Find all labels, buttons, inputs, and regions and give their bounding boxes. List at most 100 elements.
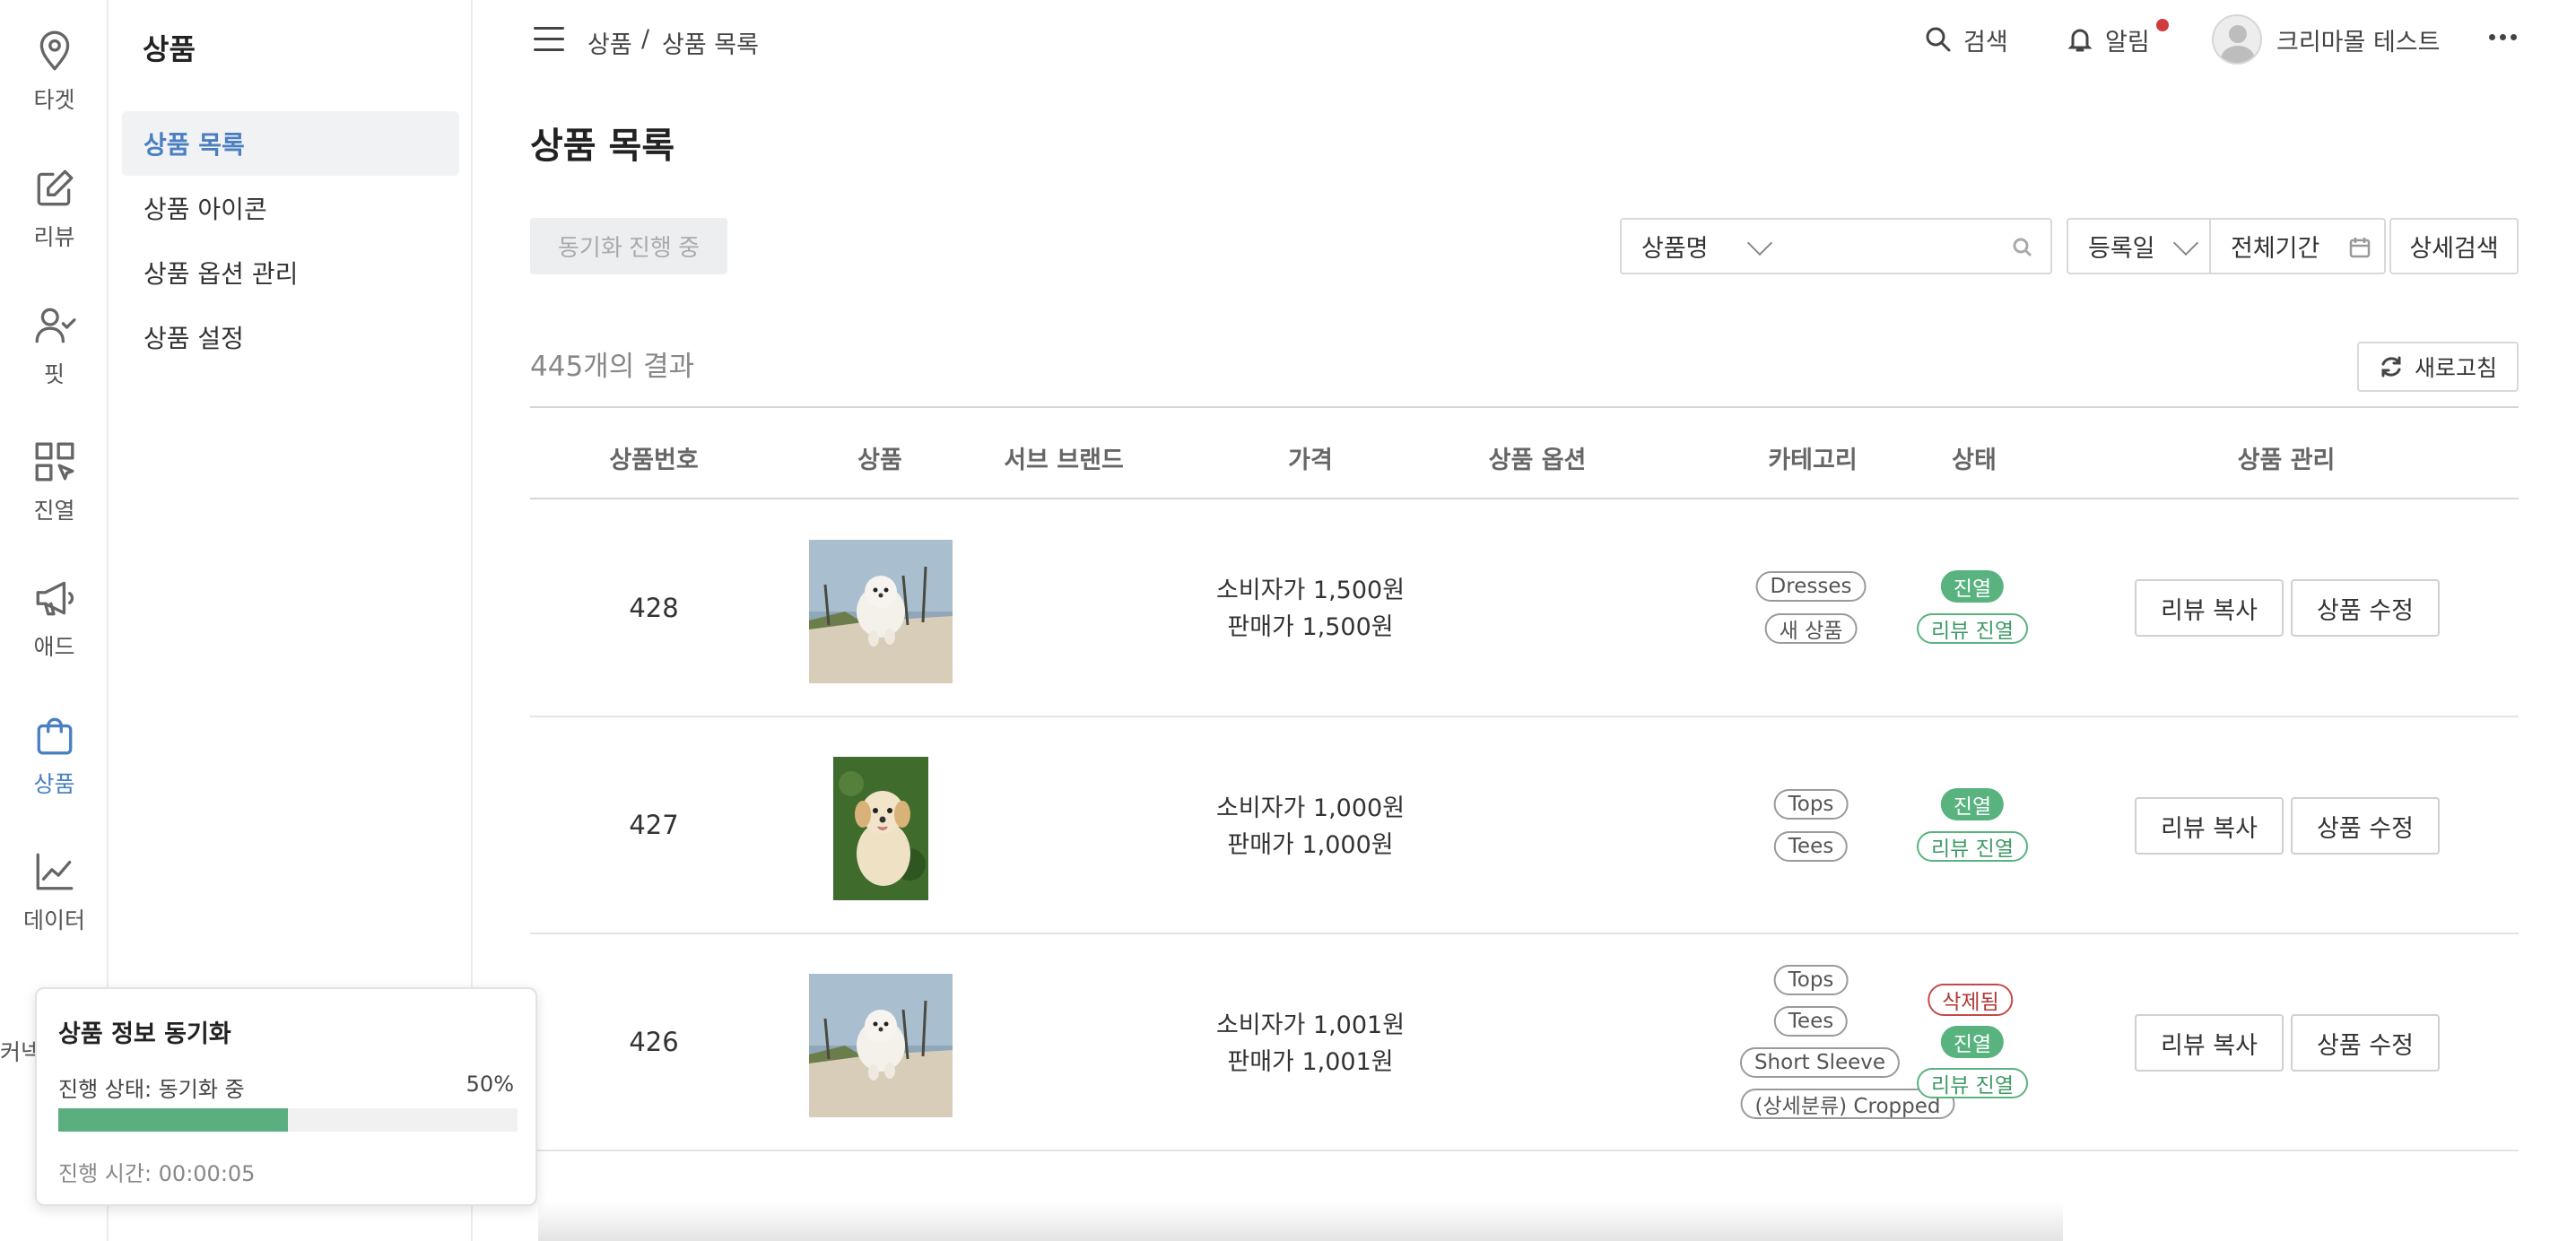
user-name[interactable]: 크리마몰 테스트 [2276, 20, 2440, 59]
product-thumbnail[interactable] [809, 974, 953, 1117]
rail-item-data[interactable]: 데이터 [0, 849, 109, 957]
rail-label: 핏 [43, 361, 65, 387]
sale-price: 판매가 1,000원 [1227, 831, 1394, 859]
product-thumbnail[interactable] [809, 540, 953, 683]
search-label: 검색 [1963, 28, 2008, 56]
rail-label: 진열 [33, 498, 75, 524]
sync-status-text: 진행 상태: 동기화 중 [58, 1077, 245, 1102]
rail-item-ad[interactable]: 애드 [0, 576, 109, 683]
rail-item-display[interactable]: 진열 [0, 439, 109, 547]
edit-product-button[interactable]: 상품 수정 [2291, 1014, 2440, 1072]
search-icon [2011, 236, 2034, 259]
filter-field-value: 상품명 [1641, 235, 1709, 263]
location-pin-icon [39, 30, 69, 71]
refresh-button[interactable]: 새로고침 [2357, 342, 2519, 392]
status-badge-displayed: 진열 [1940, 570, 2005, 603]
column-header-category: 카테고리 [1768, 447, 1858, 474]
search-button[interactable]: 검색 [1924, 20, 2008, 59]
sync-progress-popup: 상품 정보 동기화 진행 상태: 동기화 중 50% 진행 시간: 00:00:… [35, 987, 537, 1206]
category-chip: Tees [1773, 1006, 1849, 1037]
edit-icon [37, 169, 73, 206]
column-header-management: 상품 관리 [2237, 447, 2336, 474]
copy-review-button[interactable]: 리뷰 복사 [2135, 797, 2284, 855]
chevron-down-icon [2172, 230, 2199, 256]
date-range-picker[interactable]: 전체기간 [2209, 218, 2386, 274]
subnav-item-product-icon[interactable]: 상품 아이콘 [122, 176, 459, 240]
copy-review-button[interactable]: 리뷰 복사 [2135, 1014, 2284, 1072]
more-menu-icon[interactable] [2489, 34, 2517, 40]
sync-elapsed-time: 진행 시간: 00:00:05 [58, 1161, 256, 1186]
user-check-icon [35, 308, 76, 343]
search-input[interactable] [1783, 218, 2052, 274]
subnav-item-product-settings[interactable]: 상품 설정 [122, 305, 459, 369]
date-field-value: 등록일 [2088, 235, 2155, 263]
row-divider [530, 716, 2519, 717]
avatar[interactable] [2212, 14, 2262, 65]
rail-label: 상품 [33, 771, 75, 797]
subnav-title: 상품 [143, 32, 196, 66]
column-header-status: 상태 [1952, 447, 1997, 474]
column-header-product-id: 상품번호 [609, 447, 699, 474]
copy-review-button[interactable]: 리뷰 복사 [2135, 579, 2284, 637]
price-cell: 소비자가 1,000원 판매가 1,000원 [1216, 790, 1405, 863]
sale-price: 판매가 1,500원 [1227, 613, 1394, 641]
column-header-options: 상품 옵션 [1488, 447, 1587, 474]
product-thumbnail[interactable] [833, 757, 928, 900]
line-chart-icon [36, 853, 73, 890]
shopping-bag-icon [37, 717, 72, 755]
category-chip: Tops [1773, 789, 1849, 820]
status-badge-deleted: 삭제됨 [1928, 984, 2014, 1016]
notification-dot [2156, 19, 2169, 31]
bottom-scroll-shadow [538, 1202, 2063, 1241]
breadcrumb-separator: / [641, 25, 650, 53]
edit-product-button[interactable]: 상품 수정 [2291, 579, 2440, 637]
product-id: 427 [629, 810, 679, 840]
rail-label: 데이터 [22, 907, 85, 933]
megaphone-icon [36, 581, 74, 616]
rail-item-review[interactable]: 리뷰 [0, 166, 109, 273]
breadcrumb-root[interactable]: 상품 [587, 25, 632, 60]
chevron-down-icon [1746, 230, 1773, 256]
product-id: 428 [629, 593, 679, 623]
date-field-select[interactable]: 등록일 [2067, 218, 2211, 274]
advanced-search-button[interactable]: 상세검색 [2389, 218, 2519, 274]
status-badge-displayed: 진열 [1940, 1026, 2005, 1058]
rail-item-product[interactable]: 상품 [0, 713, 109, 820]
golden-puppy-photo-icon [833, 757, 928, 900]
pomeranian-photo-icon [809, 540, 953, 683]
date-range-value: 전체기간 [2231, 235, 2320, 263]
price-cell: 소비자가 1,500원 판매가 1,500원 [1216, 572, 1405, 646]
calendar-icon [2349, 238, 2371, 258]
status-badge-displayed: 진열 [1940, 788, 2005, 820]
status-badge-review-displayed: 리뷰 진열 [1917, 831, 2028, 862]
row-divider [530, 933, 2519, 934]
bell-icon [2067, 29, 2093, 52]
column-header-sub-brand: 서브 브랜드 [1004, 447, 1124, 474]
price-cell: 소비자가 1,001원 판매가 1,001원 [1216, 1007, 1405, 1080]
refresh-icon [2381, 356, 2401, 378]
refresh-label: 새로고침 [2414, 355, 2497, 381]
consumer-price: 소비자가 1,001원 [1215, 1011, 1405, 1039]
status-badge-review-displayed: 리뷰 진열 [1917, 1068, 2028, 1098]
table-top-border [530, 406, 2519, 408]
subnav-item-option-management[interactable]: 상품 옵션 관리 [122, 240, 459, 305]
rail-label: 리뷰 [33, 224, 75, 250]
consumer-price: 소비자가 1,500원 [1215, 577, 1405, 604]
sync-in-progress-button[interactable]: 동기화 진행 중 [530, 218, 727, 274]
filter-field-select[interactable]: 상품명 [1620, 218, 1785, 274]
category-chip: Dresses [1755, 571, 1867, 602]
category-chip: Short Sleeve [1739, 1047, 1901, 1078]
menu-icon[interactable] [534, 27, 564, 54]
subnav-item-product-list[interactable]: 상품 목록 [122, 111, 459, 176]
notification-button[interactable]: 알림 [2066, 20, 2150, 59]
rail-item-target[interactable]: 타겟 [0, 29, 109, 136]
row-divider [530, 1150, 2519, 1151]
category-chip: Tops [1773, 965, 1849, 995]
rail-item-fit[interactable]: 핏 [0, 303, 109, 411]
category-chip: 새 상품 [1764, 613, 1858, 644]
rail-label: 애드 [33, 634, 75, 660]
rail-label: 타겟 [33, 87, 75, 113]
column-header-product: 상품 [857, 447, 902, 474]
edit-product-button[interactable]: 상품 수정 [2291, 797, 2440, 855]
breadcrumb-current: 상품 목록 [662, 31, 759, 59]
